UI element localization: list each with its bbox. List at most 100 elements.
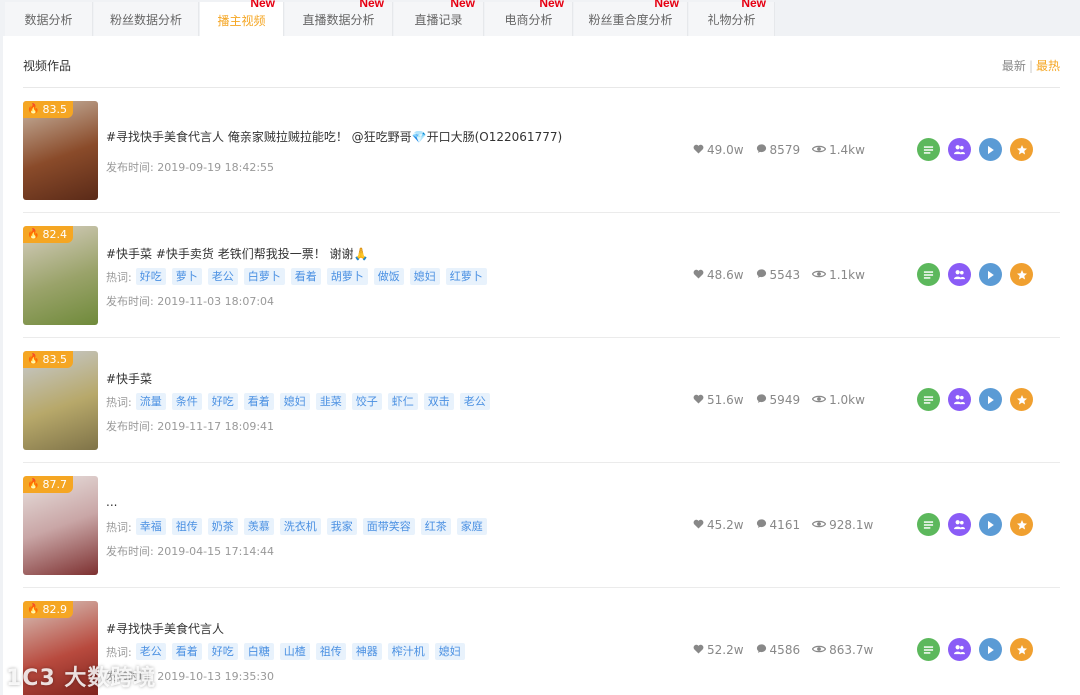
video-title[interactable]: #寻找快手美食代言人 — [106, 620, 224, 637]
sort-hottest-link[interactable]: 最热 — [1036, 59, 1060, 73]
likes-count: 45.2w — [707, 518, 744, 532]
eye-icon — [811, 518, 829, 532]
tab-label: 播主视频 — [217, 13, 266, 28]
audience-icon — [953, 644, 966, 655]
keyword-tag[interactable]: 韭菜 — [315, 393, 346, 410]
keyword-tag[interactable]: 老公 — [459, 393, 490, 410]
tab-3[interactable]: 直播数据分析 New — [285, 0, 393, 36]
video-thumbnail[interactable]: 🔥 83.5 — [23, 101, 98, 200]
keyword-tag[interactable]: 看着 — [290, 268, 321, 285]
likes-stat: 51.6w — [693, 393, 744, 407]
keyword-tag[interactable]: 洗衣机 — [279, 518, 321, 535]
tab-5[interactable]: 电商分析 New — [485, 0, 573, 36]
keyword-tag[interactable]: 白糖 — [243, 643, 274, 660]
keyword-tag[interactable]: 我家 — [326, 518, 357, 535]
comments-stat: 8579 — [756, 143, 800, 157]
comment-icon — [756, 643, 770, 657]
play-button[interactable] — [979, 638, 1002, 661]
audience-button[interactable] — [948, 138, 971, 161]
keyword-tag[interactable]: 媳妇 — [279, 393, 310, 410]
keyword-tag[interactable]: 萝卜 — [171, 268, 202, 285]
keyword-tag[interactable]: 红茶 — [420, 518, 451, 535]
comments-stat: 5949 — [756, 393, 800, 407]
favorite-button[interactable] — [1010, 638, 1033, 661]
tab-label: 直播数据分析 — [302, 12, 375, 27]
keyword-tag[interactable]: 山楂 — [279, 643, 310, 660]
publish-time: 发布时间: 2019-09-19 18:42:55 — [106, 159, 274, 175]
video-title[interactable]: #快手菜 — [106, 370, 152, 387]
keyword-tag[interactable]: 红萝卜 — [445, 268, 487, 285]
keyword-tag[interactable]: 白萝卜 — [243, 268, 285, 285]
video-title[interactable]: ... — [106, 495, 117, 509]
views-stat: 1.1kw — [811, 268, 865, 282]
video-title[interactable]: #寻找快手美食代言人 俺亲家贼拉贼拉能吃！ @狂吃野哥💎开口大肠(O122061… — [106, 128, 562, 145]
keyword-tag[interactable]: 看着 — [243, 393, 274, 410]
details-button[interactable] — [917, 513, 940, 536]
favorite-button[interactable] — [1010, 263, 1033, 286]
keyword-tag[interactable]: 幸福 — [135, 518, 166, 535]
favorite-button[interactable] — [1010, 138, 1033, 161]
details-button[interactable] — [917, 263, 940, 286]
details-button[interactable] — [917, 388, 940, 411]
keyword-tag[interactable]: 饺子 — [351, 393, 382, 410]
publish-time-label: 发布时间: — [106, 295, 154, 308]
tab-7[interactable]: 礼物分析 New — [689, 0, 775, 36]
video-thumbnail[interactable]: 🔥 87.7 — [23, 476, 98, 575]
video-row: 🔥 87.7... 热词: 幸福 祖传 奶茶 羡慕 洗衣机 我家 面带笑容 红茶 家庭 发布时间: 20… — [3, 463, 1080, 588]
keyword-tag[interactable]: 羡慕 — [243, 518, 274, 535]
eye-icon — [811, 393, 829, 407]
details-button[interactable] — [917, 138, 940, 161]
keyword-tag[interactable]: 条件 — [171, 393, 202, 410]
keyword-tag[interactable]: 好吃 — [207, 643, 238, 660]
sort-newest-link[interactable]: 最新 — [1002, 59, 1026, 73]
tab-label: 数据分析 — [24, 12, 73, 27]
keyword-tag[interactable]: 做饭 — [373, 268, 404, 285]
keyword-tag[interactable]: 虾仁 — [387, 393, 418, 410]
comments-stat: 4161 — [756, 518, 800, 532]
audience-button[interactable] — [948, 263, 971, 286]
keyword-tag[interactable]: 流量 — [135, 393, 166, 410]
keyword-tag[interactable]: 祖传 — [171, 518, 202, 535]
flame-icon: 🔥 — [27, 104, 40, 115]
keyword-tag[interactable]: 家庭 — [456, 518, 487, 535]
video-title[interactable]: #快手菜 #快手卖货 老铁们帮我投一票！ 谢谢🙏 — [106, 245, 369, 262]
video-row: 🔥 83.5 #寻找快手美食代言人 俺亲家贼拉贼拉能吃！ @狂吃野哥💎开口大肠(O1… — [3, 88, 1080, 213]
video-stats: 45.2w 4161 928.1w — [693, 518, 885, 532]
play-icon — [986, 395, 995, 405]
keyword-tag[interactable]: 老公 — [207, 268, 238, 285]
play-button[interactable] — [979, 138, 1002, 161]
play-button[interactable] — [979, 388, 1002, 411]
keyword-tag[interactable]: 榨汁机 — [387, 643, 429, 660]
tab-label: 直播记录 — [414, 12, 463, 27]
keyword-tag[interactable]: 胡萝卜 — [326, 268, 368, 285]
keyword-tag[interactable]: 双击 — [423, 393, 454, 410]
tab-4[interactable]: 直播记录 New — [394, 0, 484, 36]
tab-2[interactable]: 播主视频 New — [200, 0, 284, 38]
keyword-tag[interactable]: 好吃 — [207, 393, 238, 410]
views-stat: 1.0kw — [811, 393, 865, 407]
video-thumbnail[interactable]: 🔥 82.4 — [23, 226, 98, 325]
play-icon — [986, 270, 995, 280]
keyword-tag[interactable]: 媳妇 — [409, 268, 440, 285]
tab-0[interactable]: 数据分析 — [5, 2, 93, 36]
tab-6[interactable]: 粉丝重合度分析 New — [574, 0, 688, 36]
keyword-tag[interactable]: 看着 — [171, 643, 202, 660]
play-button[interactable] — [979, 263, 1002, 286]
audience-button[interactable] — [948, 388, 971, 411]
keyword-tag[interactable]: 祖传 — [315, 643, 346, 660]
favorite-button[interactable] — [1010, 388, 1033, 411]
details-button[interactable] — [917, 638, 940, 661]
keyword-tag[interactable]: 媳妇 — [434, 643, 465, 660]
keyword-tag[interactable]: 神器 — [351, 643, 382, 660]
eye-icon — [811, 143, 829, 157]
tab-1[interactable]: 粉丝数据分析 — [94, 2, 199, 36]
keyword-tag[interactable]: 奶茶 — [207, 518, 238, 535]
audience-button[interactable] — [948, 513, 971, 536]
audience-button[interactable] — [948, 638, 971, 661]
favorite-button[interactable] — [1010, 513, 1033, 536]
video-thumbnail[interactable]: 🔥 83.5 — [23, 351, 98, 450]
keyword-tag[interactable]: 老公 — [135, 643, 166, 660]
play-button[interactable] — [979, 513, 1002, 536]
keyword-tag[interactable]: 好吃 — [135, 268, 166, 285]
keyword-tag[interactable]: 面带笑容 — [362, 518, 415, 535]
